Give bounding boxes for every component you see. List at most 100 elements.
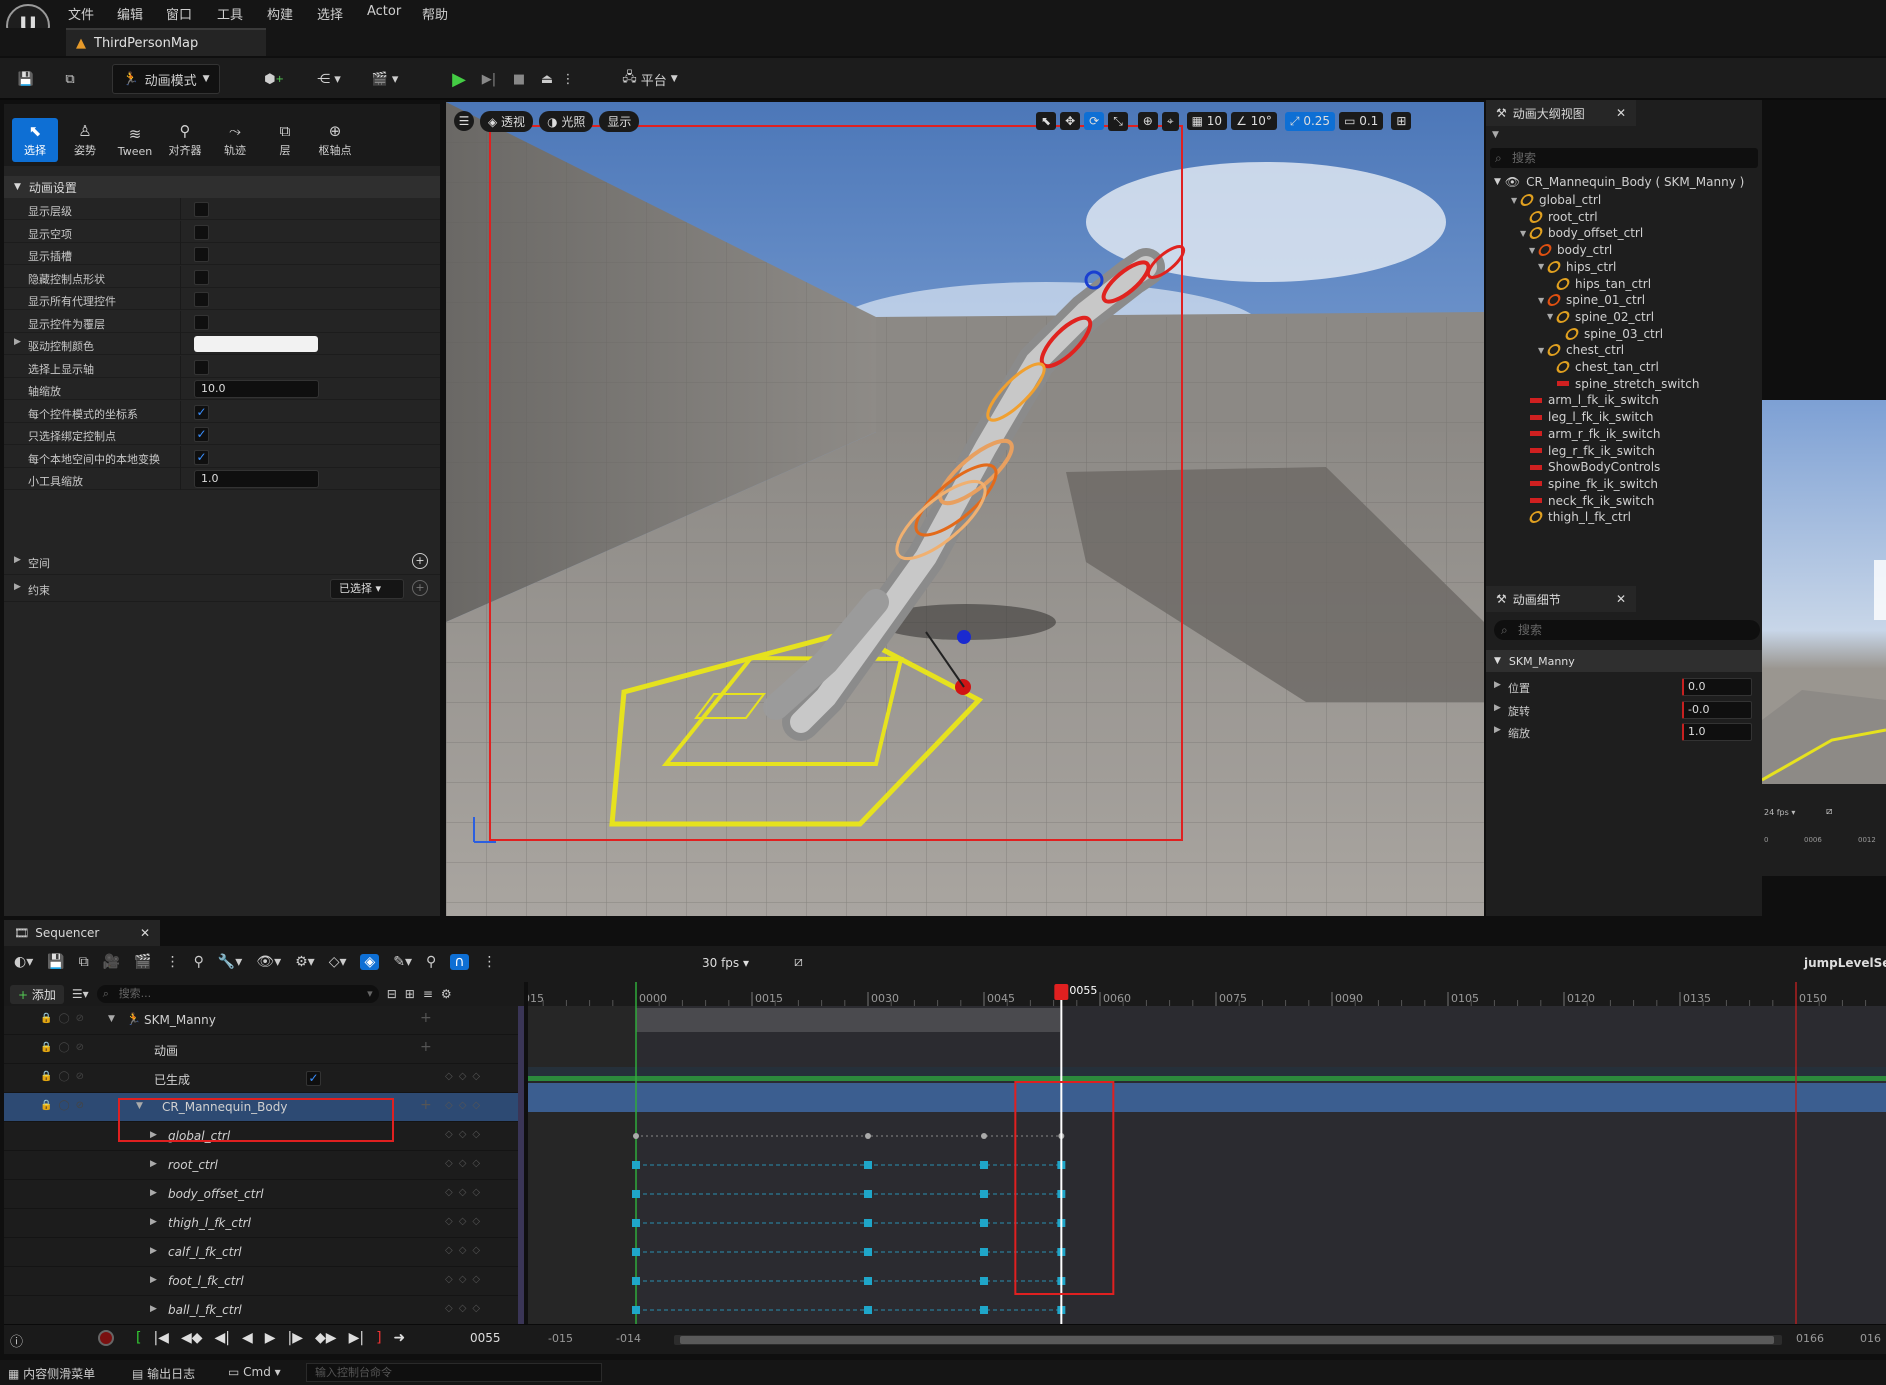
- menu-tools[interactable]: 工具: [217, 4, 243, 23]
- property-checkbox[interactable]: [194, 292, 209, 307]
- key-nav-icon[interactable]: ◇◇◇: [445, 1245, 486, 1256]
- render-icon[interactable]: 🎥: [103, 954, 120, 970]
- transform-value-field[interactable]: 1.0: [1682, 723, 1752, 741]
- next-key-icon[interactable]: ◆▶: [315, 1330, 337, 1346]
- more-options-icon[interactable]: ⋮: [562, 64, 575, 94]
- outliner-item[interactable]: spine_03_ctrl: [1486, 326, 1762, 342]
- filter-icon[interactable]: ☰▾: [72, 987, 89, 1001]
- scale-tool-icon[interactable]: ⤡: [1108, 111, 1128, 131]
- key-nav-icon[interactable]: ◇◇◇: [445, 1303, 486, 1314]
- property-checkbox[interactable]: [194, 202, 209, 217]
- property-checkbox[interactable]: [194, 314, 209, 330]
- scale-snap-button[interactable]: ⤢ 0.25: [1284, 111, 1336, 131]
- console-input[interactable]: 输入控制台命令: [306, 1363, 602, 1382]
- loop-icon[interactable]: ➜: [394, 1330, 406, 1346]
- menu-help[interactable]: 帮助: [422, 4, 448, 23]
- property-number-field[interactable]: 1.0: [194, 470, 319, 488]
- property-checkbox[interactable]: ✓: [194, 449, 209, 465]
- mode-button-2[interactable]: ≋ Tween: [112, 118, 158, 162]
- menu-file[interactable]: 文件: [68, 4, 94, 23]
- mode-button-0[interactable]: ⬉ 选择: [12, 118, 58, 162]
- working-range-start[interactable]: -014: [616, 1332, 641, 1345]
- space-row[interactable]: ▶ 空间 +: [4, 548, 440, 575]
- mode-button-4[interactable]: ⤳ 轨迹: [212, 118, 258, 162]
- color-swatch[interactable]: [194, 336, 318, 352]
- tab-map[interactable]: ▲ ThirdPersonMap: [66, 28, 266, 56]
- mode-button-3[interactable]: ⚲ 对齐器: [162, 118, 208, 162]
- track-row[interactable]: ▶ ball_l_fk_ctrl ◇◇◇: [4, 1296, 524, 1325]
- more-icon[interactable]: ⋮: [166, 954, 180, 970]
- outliner-root[interactable]: ▼ 👁 CR_Mannequin_Body ( SKM_Manny ): [1486, 172, 1762, 192]
- platform-dropdown[interactable]: 🖧 平台 ▼: [612, 64, 688, 94]
- outliner-item[interactable]: leg_l_fk_ik_switch: [1486, 409, 1762, 425]
- track-lock-icon[interactable]: 🔒◯⊘: [40, 1100, 90, 1111]
- close-icon[interactable]: ✕: [140, 926, 150, 940]
- outliner-search-input[interactable]: ⌕ 搜索: [1490, 148, 1758, 168]
- list-icon[interactable]: ≡: [423, 987, 433, 1001]
- add-track-icon[interactable]: +: [420, 1039, 432, 1055]
- key-nav-icon[interactable]: ◇◇◇: [445, 1274, 486, 1285]
- key-nav-icon[interactable]: ◇◇◇: [445, 1071, 486, 1082]
- property-checkbox[interactable]: [194, 247, 209, 262]
- track-search-input[interactable]: ⌕ 搜索... ▾: [96, 985, 379, 1003]
- outliner-item[interactable]: ▼ global_ctrl: [1486, 192, 1762, 208]
- add-space-icon[interactable]: +: [412, 553, 428, 569]
- anim-settings-header[interactable]: ▼ 动画设置: [4, 176, 440, 198]
- snap-options-icon[interactable]: ⋮: [483, 954, 497, 970]
- outliner-item[interactable]: thigh_l_fk_ctrl: [1486, 509, 1762, 525]
- transform-value-field[interactable]: 0.0: [1682, 678, 1752, 696]
- track-lock-icon[interactable]: 🔒◯⊘: [40, 1042, 90, 1053]
- key-nav-icon[interactable]: ◇◇◇: [445, 1158, 486, 1169]
- add-track-button[interactable]: + 添加: [10, 984, 64, 1004]
- outliner-item[interactable]: arm_l_fk_ik_switch: [1486, 392, 1762, 408]
- camera-speed-button[interactable]: ▭ 0.1: [1339, 112, 1384, 130]
- perspective-button[interactable]: ◈ 透视: [480, 110, 534, 132]
- surface-snap-icon[interactable]: ⌖: [1161, 111, 1179, 131]
- browse-icon[interactable]: ⧉: [56, 64, 84, 94]
- clapper-icon[interactable]: 🎬: [134, 954, 151, 970]
- track-row[interactable]: ▶ root_ctrl ◇◇◇: [4, 1151, 524, 1180]
- select-tool-icon[interactable]: ⬉: [1036, 112, 1057, 130]
- working-range-end[interactable]: 0166: [1796, 1332, 1824, 1345]
- add-actor-icon[interactable]: ⬢ +: [256, 64, 292, 94]
- view-range-end[interactable]: 016: [1860, 1332, 1881, 1345]
- filter-arrow-icon[interactable]: ▼: [1492, 130, 1499, 140]
- tools-icon[interactable]: 🔧▾: [218, 954, 242, 970]
- transform-value-field[interactable]: -0.0: [1682, 700, 1752, 719]
- property-checkbox[interactable]: ✓: [194, 427, 209, 442]
- output-log-button[interactable]: ▤ 输出日志: [132, 1365, 195, 1382]
- constraint-row[interactable]: ▶ 约束 已选择 ▾ +: [4, 575, 440, 602]
- key-nav-icon[interactable]: ◇◇◇: [445, 1129, 486, 1140]
- move-tool-icon[interactable]: ✥: [1060, 112, 1081, 130]
- menu-build[interactable]: 构建: [267, 4, 293, 23]
- snap-magnet-icon[interactable]: ∩: [450, 954, 469, 970]
- outliner-item[interactable]: ▼ chest_ctrl: [1486, 342, 1762, 358]
- generated-checkbox[interactable]: ✓: [306, 1071, 321, 1086]
- menu-actor[interactable]: Actor: [367, 4, 401, 19]
- play-icon[interactable]: ▶: [265, 1330, 276, 1346]
- record-icon[interactable]: [98, 1330, 114, 1346]
- outliner-item[interactable]: ▼ hips_ctrl: [1486, 259, 1762, 275]
- track-lock-icon[interactable]: 🔒◯⊘: [40, 1013, 90, 1024]
- outliner-item[interactable]: hips_tan_ctrl: [1486, 276, 1762, 292]
- constraint-dropdown[interactable]: 已选择 ▾: [330, 579, 404, 599]
- info-icon[interactable]: ⓘ: [10, 1331, 23, 1350]
- track-row[interactable]: 🔒◯⊘ 动画 +: [4, 1035, 524, 1064]
- mode-button-5[interactable]: ⧉ 层: [262, 118, 308, 162]
- mode-button-1[interactable]: ♙ 姿势: [62, 118, 108, 162]
- jump-end-icon[interactable]: ▶|: [349, 1330, 364, 1346]
- details-section-header[interactable]: ▼ SKM_Manny: [1486, 650, 1762, 672]
- fps-dropdown[interactable]: 30 fps ▾: [702, 956, 749, 970]
- step-forward-icon[interactable]: |▶: [288, 1330, 303, 1346]
- current-frame[interactable]: 0055: [470, 1331, 501, 1345]
- outliner-item[interactable]: ▼ spine_01_ctrl: [1486, 292, 1762, 308]
- view-range-start[interactable]: -015: [548, 1332, 573, 1345]
- content-drawer-button[interactable]: ▦ 内容侧滑菜单: [8, 1365, 95, 1382]
- preview-fps[interactable]: 24 fps ▾: [1764, 808, 1795, 817]
- actors-icon[interactable]: ⚲: [194, 954, 204, 970]
- jump-start-icon[interactable]: |◀: [153, 1330, 168, 1346]
- track-row[interactable]: ▶ thigh_l_fk_ctrl ◇◇◇: [4, 1209, 524, 1238]
- marker-icon[interactable]: ⚲: [426, 954, 436, 970]
- mode-dropdown[interactable]: 🏃 动画模式 ▼: [112, 64, 220, 94]
- layout-icon[interactable]: ⊞: [1391, 112, 1412, 130]
